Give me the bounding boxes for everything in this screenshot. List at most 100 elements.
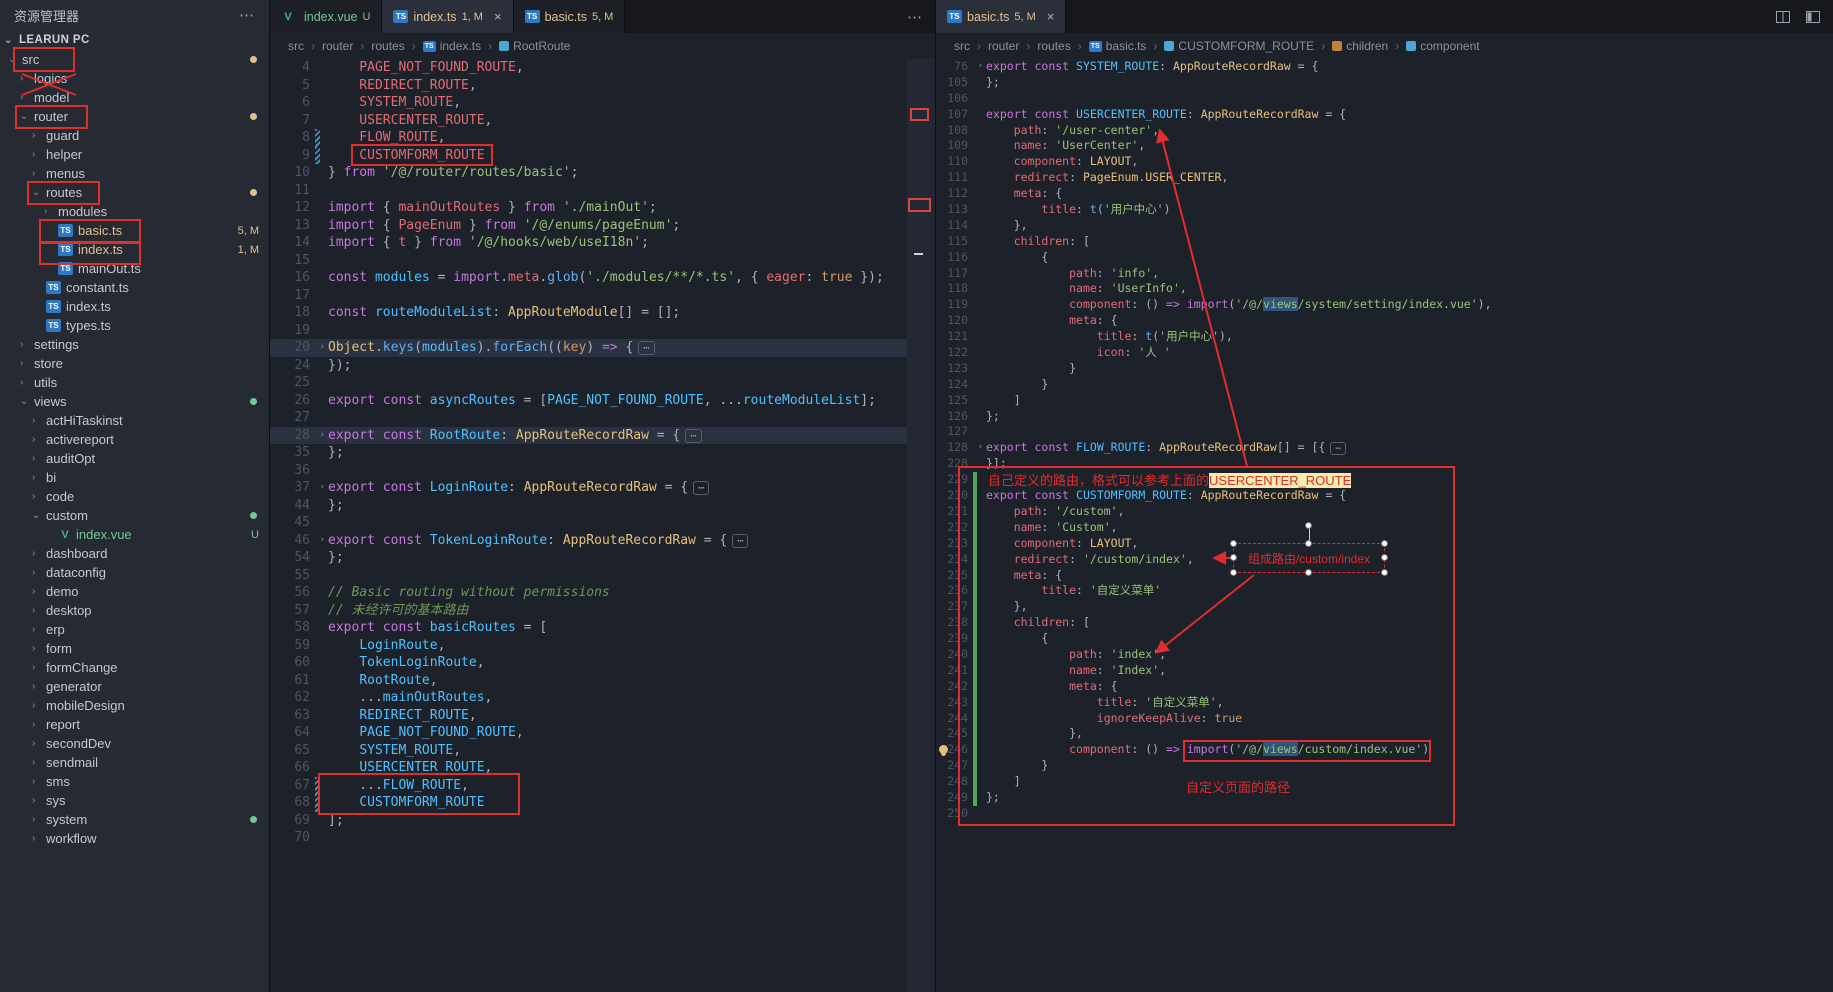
tree-folder-dashboard[interactable]: ›dashboard bbox=[0, 544, 269, 563]
left-line-63[interactable]: 63 REDIRECT_ROUTE, bbox=[270, 707, 907, 725]
tree-folder-sendmail[interactable]: ›sendmail bbox=[0, 753, 269, 772]
right-line-117[interactable]: 117 path: 'info', bbox=[936, 266, 1833, 282]
breadcrumb-item-router[interactable]: router bbox=[322, 39, 353, 53]
right-line-113[interactable]: 113 title: t('用户中心') bbox=[936, 202, 1833, 218]
fold-chevron-icon[interactable]: › bbox=[320, 339, 325, 357]
folded-code-icon[interactable]: ⋯ bbox=[693, 481, 709, 495]
tree-file-constant.ts[interactable]: TSconstant.ts bbox=[0, 278, 269, 297]
tree-file-index.ts[interactable]: TSindex.ts bbox=[0, 297, 269, 316]
split-editor-icon[interactable] bbox=[1775, 9, 1791, 25]
left-line-15[interactable]: 15 bbox=[270, 252, 907, 270]
left-line-13[interactable]: 13import { PageEnum } from '/@/enums/pag… bbox=[270, 217, 907, 235]
tree-folder-generator[interactable]: ›generator bbox=[0, 677, 269, 696]
tree-folder-guard[interactable]: ›guard bbox=[0, 126, 269, 145]
right-line-232[interactable]: 232 name: 'Custom', bbox=[936, 520, 1833, 536]
right-line-110[interactable]: 110 component: LAYOUT, bbox=[936, 154, 1833, 170]
right-line-245[interactable]: 245 }, bbox=[936, 726, 1833, 742]
right-line-123[interactable]: 123 } bbox=[936, 361, 1833, 377]
right-line-229[interactable]: 229 bbox=[936, 472, 1833, 488]
left-line-69[interactable]: 69]; bbox=[270, 812, 907, 830]
breadcrumb-item-component[interactable]: component bbox=[1406, 39, 1479, 53]
tree-folder-routes[interactable]: ⌄routes bbox=[0, 183, 269, 202]
right-line-121[interactable]: 121 title: t('用户中心'), bbox=[936, 329, 1833, 345]
tree-folder-erp[interactable]: ›erp bbox=[0, 620, 269, 639]
tree-folder-src[interactable]: ⌄src bbox=[0, 50, 269, 69]
right-line-228[interactable]: 228}]; bbox=[936, 456, 1833, 472]
folded-code-icon[interactable]: ⋯ bbox=[638, 341, 654, 355]
tree-folder-form[interactable]: ›form bbox=[0, 639, 269, 658]
left-line-44[interactable]: 44}; bbox=[270, 497, 907, 515]
right-line-127[interactable]: 127 bbox=[936, 424, 1833, 440]
left-line-11[interactable]: 11 bbox=[270, 182, 907, 200]
customize-layout-icon[interactable] bbox=[1805, 9, 1821, 25]
right-line-240[interactable]: 240 path: 'index', bbox=[936, 647, 1833, 663]
minimap[interactable] bbox=[907, 59, 935, 992]
right-line-243[interactable]: 243 title: '自定义菜单', bbox=[936, 695, 1833, 711]
fold-chevron-icon[interactable]: › bbox=[320, 532, 325, 550]
left-line-55[interactable]: 55 bbox=[270, 567, 907, 585]
breadcrumb-item-children[interactable]: children bbox=[1332, 39, 1388, 53]
tree-folder-demo[interactable]: ›demo bbox=[0, 582, 269, 601]
tree-folder-dataconfig[interactable]: ›dataconfig bbox=[0, 563, 269, 582]
left-line-20[interactable]: 20›Object.keys(modules).forEach((key) =>… bbox=[270, 339, 907, 357]
breadcrumb-item-index.ts[interactable]: TSindex.ts bbox=[423, 39, 481, 53]
right-line-244[interactable]: 244 ignoreKeepAlive: true bbox=[936, 711, 1833, 727]
left-line-67[interactable]: 67 ...FLOW_ROUTE, bbox=[270, 777, 907, 795]
left-line-37[interactable]: 37›export const LoginRoute: AppRouteReco… bbox=[270, 479, 907, 497]
tree-folder-desktop[interactable]: ›desktop bbox=[0, 601, 269, 620]
left-line-56[interactable]: 56// Basic routing without permissions bbox=[270, 584, 907, 602]
tree-folder-settings[interactable]: ›settings bbox=[0, 335, 269, 354]
left-line-70[interactable]: 70 bbox=[270, 829, 907, 847]
tree-folder-router[interactable]: ⌄router bbox=[0, 107, 269, 126]
tree-folder-model[interactable]: ›model bbox=[0, 88, 269, 107]
left-line-10[interactable]: 10} from '/@/router/routes/basic'; bbox=[270, 164, 907, 182]
left-line-45[interactable]: 45 bbox=[270, 514, 907, 532]
tree-folder-code[interactable]: ›code bbox=[0, 487, 269, 506]
right-line-247[interactable]: 247 } bbox=[936, 758, 1833, 774]
explorer-more-actions-icon[interactable]: ⋯ bbox=[239, 6, 255, 24]
right-line-236[interactable]: 236 title: '自定义菜单' bbox=[936, 583, 1833, 599]
right-line-249[interactable]: 249}; bbox=[936, 790, 1833, 806]
right-line-230[interactable]: 230export const CUSTOMFORM_ROUTE: AppRou… bbox=[936, 488, 1833, 504]
right-line-116[interactable]: 116 { bbox=[936, 250, 1833, 266]
tree-folder-workflow[interactable]: ›workflow bbox=[0, 829, 269, 848]
editor-more-actions-icon[interactable]: ⋯ bbox=[907, 8, 923, 26]
tree-folder-logics[interactable]: ›logics bbox=[0, 69, 269, 88]
left-line-24[interactable]: 24}); bbox=[270, 357, 907, 375]
right-line-105[interactable]: 105}; bbox=[936, 75, 1833, 91]
breadcrumb-item-router[interactable]: router bbox=[988, 39, 1019, 53]
tree-file-types.ts[interactable]: TStypes.ts bbox=[0, 316, 269, 335]
right-line-237[interactable]: 237 }, bbox=[936, 599, 1833, 615]
left-line-12[interactable]: 12import { mainOutRoutes } from './mainO… bbox=[270, 199, 907, 217]
left-line-25[interactable]: 25 bbox=[270, 374, 907, 392]
right-line-242[interactable]: 242 meta: { bbox=[936, 679, 1833, 695]
breadcrumb-item-basic.ts[interactable]: TSbasic.ts bbox=[1089, 39, 1147, 53]
tree-folder-secondDev[interactable]: ›secondDev bbox=[0, 734, 269, 753]
right-line-235[interactable]: 235 meta: { bbox=[936, 568, 1833, 584]
left-line-68[interactable]: 68 CUSTOMFORM_ROUTE bbox=[270, 794, 907, 812]
tree-folder-modules[interactable]: ›modules bbox=[0, 202, 269, 221]
right-line-233[interactable]: 233 component: LAYOUT, bbox=[936, 536, 1833, 552]
right-line-248[interactable]: 248 ] bbox=[936, 774, 1833, 790]
left-line-62[interactable]: 62 ...mainOutRoutes, bbox=[270, 689, 907, 707]
right-line-238[interactable]: 238 children: [ bbox=[936, 615, 1833, 631]
tree-file-index.ts[interactable]: TSindex.ts1, M bbox=[0, 240, 269, 259]
left-line-27[interactable]: 27 bbox=[270, 409, 907, 427]
tree-folder-custom[interactable]: ⌄custom bbox=[0, 506, 269, 525]
right-line-126[interactable]: 126}; bbox=[936, 409, 1833, 425]
left-line-14[interactable]: 14import { t } from '/@/hooks/web/useI18… bbox=[270, 234, 907, 252]
right-line-112[interactable]: 112 meta: { bbox=[936, 186, 1833, 202]
tree-folder-report[interactable]: ›report bbox=[0, 715, 269, 734]
tab-index.vue[interactable]: Vindex.vueU bbox=[270, 0, 382, 33]
right-line-120[interactable]: 120 meta: { bbox=[936, 313, 1833, 329]
left-line-5[interactable]: 5 REDIRECT_ROUTE, bbox=[270, 77, 907, 95]
tree-file-basic.ts[interactable]: TSbasic.ts5, M bbox=[0, 221, 269, 240]
tree-folder-utils[interactable]: ›utils bbox=[0, 373, 269, 392]
tree-folder-mobileDesign[interactable]: ›mobileDesign bbox=[0, 696, 269, 715]
breadcrumb-item-routes[interactable]: routes bbox=[1037, 39, 1070, 53]
workspace-section-header[interactable]: ⌄ LEARUN PC bbox=[0, 30, 269, 50]
right-line-119[interactable]: 119 component: () => import('/@/views/sy… bbox=[936, 297, 1833, 313]
tree-folder-activereport[interactable]: ›activereport bbox=[0, 430, 269, 449]
folded-code-icon[interactable]: ⋯ bbox=[685, 429, 701, 443]
left-line-9[interactable]: 9 CUSTOMFORM_ROUTE bbox=[270, 147, 907, 165]
